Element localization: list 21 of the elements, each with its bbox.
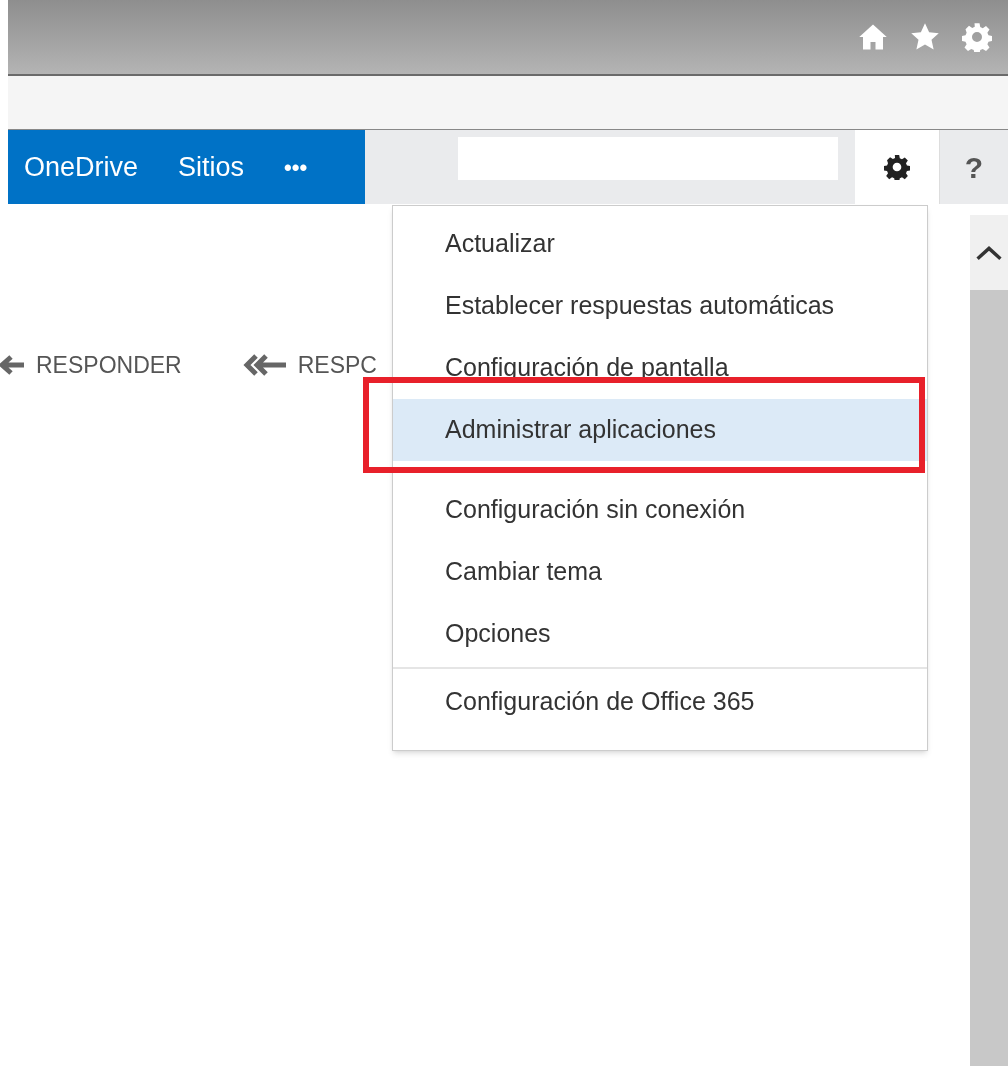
help-button[interactable]: ? [940,130,1008,204]
menu-item[interactable]: Actualizar [393,213,927,275]
menu-item[interactable]: Opciones [393,603,927,665]
nav-link[interactable]: Sitios [178,146,245,188]
nav-link[interactable]: OneDrive [24,146,139,188]
star-icon[interactable] [910,22,940,52]
double-arrow-icon [241,353,286,378]
menu-item[interactable]: Establecer respuestas automáticas [393,275,927,337]
menu-item[interactable]: Configuración sin conexión [393,479,927,541]
settings-button[interactable] [855,130,940,204]
menu-item[interactable]: Configuración de Office 365 [393,671,927,733]
settings-icon[interactable] [884,154,910,180]
home-icon[interactable] [858,22,888,52]
menu-item[interactable]: Administrar aplicaciones [393,399,927,461]
more-button[interactable]: ••• [284,150,308,184]
reply-all-button[interactable]: RESPC [241,348,377,383]
menu-item[interactable]: Cambiar tema [393,541,927,603]
arrow-icon [0,353,24,378]
reply-button[interactable]: RESPONDER [0,348,182,383]
menu-item[interactable]: Configuración de pantalla [393,337,927,399]
chevron-up-icon[interactable] [975,245,1003,261]
